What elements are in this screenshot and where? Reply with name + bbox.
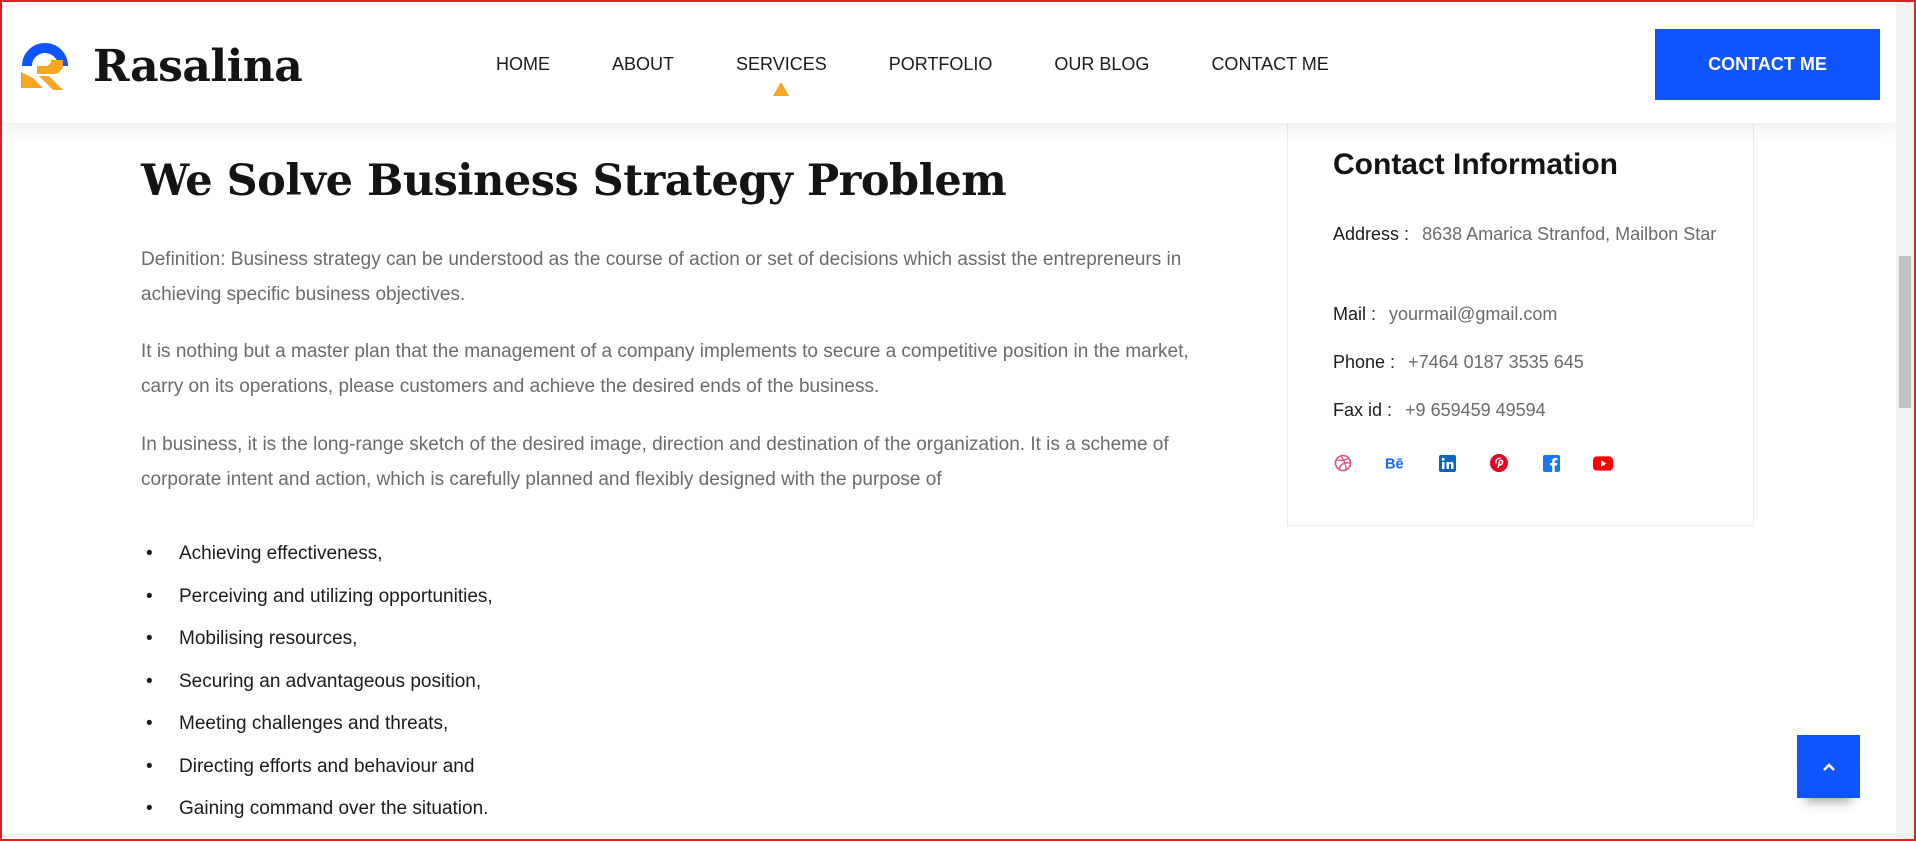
nav-about[interactable]: ABOUT [612, 54, 674, 75]
nav-blog-label: OUR BLOG [1054, 54, 1150, 74]
paragraph-master-plan: It is nothing but a master plan that the… [141, 341, 1189, 397]
scrollbar-thumb[interactable] [1899, 256, 1911, 408]
purpose-list: Achieving effectiveness, Perceiving and … [141, 533, 493, 831]
paragraph-definition: Definition: Business strategy can be und… [141, 249, 1182, 305]
facebook-icon[interactable] [1541, 453, 1561, 473]
contact-me-button-label: CONTACT ME [1708, 54, 1827, 74]
address-row: Address : 8638 Amarica Stranfod, Mailbon… [1333, 218, 1733, 250]
paragraph-long-range: In business, it is the long-range sketch… [141, 434, 1169, 490]
list-item: Gaining command over the situation. [141, 788, 493, 831]
chevron-up-icon [1822, 762, 1835, 771]
mail-row: Mail : yourmail@gmail.com [1333, 298, 1733, 330]
nav-portfolio-label: PORTFOLIO [888, 54, 993, 74]
phone-label: Phone : [1333, 352, 1396, 372]
contact-info-title: Contact Information [1333, 148, 1618, 181]
nav-home[interactable]: HOME [496, 54, 550, 75]
mail-label: Mail : [1333, 304, 1377, 324]
social-links: Bē [1333, 453, 1645, 473]
behance-icon[interactable]: Bē [1385, 453, 1405, 473]
nav-services[interactable]: SERVICES [736, 54, 827, 96]
mail-value[interactable]: yourmail@gmail.com [1389, 304, 1557, 324]
contact-me-button[interactable]: CONTACT ME [1655, 29, 1880, 100]
back-to-top-button[interactable] [1797, 735, 1860, 798]
list-item: Securing an advantageous position, [141, 661, 493, 704]
list-item: Perceiving and utilizing opportunities, [141, 576, 493, 619]
active-caret-icon [773, 82, 790, 96]
nav-contact-label: CONTACT ME [1211, 54, 1329, 74]
linkedin-icon[interactable] [1437, 453, 1457, 473]
dribbble-icon[interactable] [1333, 453, 1353, 473]
contact-info-card: Contact Information Address : 8638 Amari… [1287, 110, 1754, 526]
brand-logo[interactable]: Rasalina [17, 38, 303, 94]
page-scrollbar[interactable] [1896, 2, 1914, 839]
address-value: 8638 Amarica Stranfod, Mailbon Star [1422, 224, 1717, 244]
list-item: Directing efforts and behaviour and [141, 746, 493, 789]
nav-services-label: SERVICES [736, 54, 827, 74]
nav-portfolio[interactable]: PORTFOLIO [889, 54, 993, 75]
phone-row: Phone : +7464 0187 3535 645 [1333, 346, 1733, 378]
nav-home-label: HOME [496, 54, 550, 74]
svg-text:Bē: Bē [1385, 456, 1404, 471]
fax-value: +9 659459 49594 [1405, 400, 1546, 420]
main-nav: HOME ABOUT SERVICES PORTFOLIO OUR BLOG C… [496, 54, 1391, 96]
list-item: Meeting challenges and threats, [141, 703, 493, 746]
main-content: We Solve Business Strategy Problem Defin… [141, 150, 1221, 830]
fax-label: Fax id : [1333, 400, 1393, 420]
nav-about-label: ABOUT [612, 54, 675, 74]
site-header: Rasalina HOME ABOUT SERVICES PORTFOLIO O… [2, 2, 1896, 123]
nav-blog[interactable]: OUR BLOG [1054, 54, 1149, 75]
phone-value: +7464 0187 3535 645 [1408, 352, 1584, 372]
list-item: Mobilising resources, [141, 618, 493, 661]
pinterest-icon[interactable] [1489, 453, 1509, 473]
rasalina-logo-icon [21, 43, 68, 90]
brand-name: Rasalina [93, 40, 303, 92]
list-item: Achieving effectiveness, [141, 533, 493, 576]
page-title: We Solve Business Strategy Problem [141, 156, 1007, 206]
fax-row: Fax id : +9 659459 49594 [1333, 394, 1733, 426]
horizontal-scroll-strip [2, 834, 1896, 839]
address-label: Address : [1333, 224, 1410, 244]
nav-contact[interactable]: CONTACT ME [1211, 54, 1328, 75]
youtube-icon[interactable] [1593, 453, 1613, 473]
